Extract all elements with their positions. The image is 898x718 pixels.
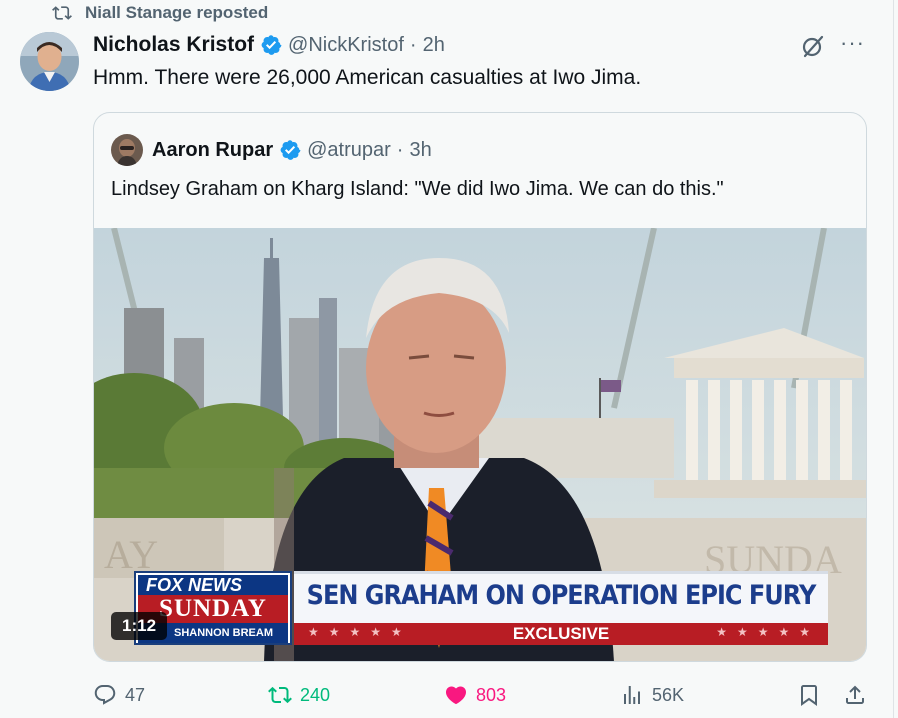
action-bar: 47 240 803 56K bbox=[0, 680, 898, 710]
tweet-header: Nicholas Kristof @NickKristof · 2h bbox=[93, 30, 445, 60]
tweet-text: Hmm. There were 26,000 American casualti… bbox=[93, 66, 642, 89]
share-icon bbox=[846, 685, 864, 704]
views-button[interactable]: 56K bbox=[620, 680, 684, 710]
quote-separator-dot: · bbox=[396, 138, 404, 161]
exclusive-strip: ★★★★★ EXCLUSIVE ★★★★★ bbox=[294, 623, 828, 645]
heart-icon bbox=[445, 686, 467, 705]
quote-header: Aaron Rupar @atrupar · 3h bbox=[111, 134, 432, 166]
reply-icon bbox=[94, 685, 116, 705]
like-button[interactable]: 803 bbox=[444, 680, 506, 710]
like-count: 803 bbox=[476, 684, 507, 705]
reply-count: 47 bbox=[125, 684, 146, 705]
reply-button[interactable]: 47 bbox=[93, 680, 145, 710]
quote-author-handle[interactable]: @atrupar bbox=[307, 139, 391, 162]
analytics-icon bbox=[624, 686, 640, 704]
share-button[interactable] bbox=[843, 680, 867, 710]
video-duration-badge: 1:12 bbox=[111, 612, 168, 640]
avatar-photo bbox=[20, 32, 79, 91]
timeline-border bbox=[893, 0, 894, 718]
quote-timestamp[interactable]: 3h bbox=[409, 139, 431, 162]
chyron: FOX NEWS SUNDAY SHANNON BREAM SEN GRAHAM… bbox=[134, 571, 866, 661]
views-count: 56K bbox=[652, 684, 685, 705]
quote-verified-badge-icon[interactable] bbox=[279, 139, 301, 161]
tweet-timestamp[interactable]: 2h bbox=[423, 34, 445, 57]
headline-banner: SEN GRAHAM ON OPERATION EPIC FURY bbox=[294, 571, 828, 623]
repost-context[interactable]: Niall Stanage reposted bbox=[52, 2, 268, 24]
retweet-icon bbox=[268, 686, 292, 704]
quote-avatar-photo bbox=[111, 134, 143, 166]
quote-author-name[interactable]: Aaron Rupar bbox=[152, 139, 273, 162]
verified-badge-icon[interactable] bbox=[260, 34, 282, 56]
video-player[interactable]: AY SUNDA FOX NEWS SUNDAY SHANNON BREAM S… bbox=[94, 228, 866, 661]
grok-icon[interactable] bbox=[800, 33, 826, 59]
author-handle[interactable]: @NickKristof bbox=[288, 34, 404, 57]
bookmark-button[interactable] bbox=[797, 680, 821, 710]
bookmark-icon bbox=[801, 685, 817, 706]
author-name[interactable]: Nicholas Kristof bbox=[93, 33, 254, 57]
repost-button[interactable]: 240 bbox=[268, 680, 330, 710]
separator-dot: · bbox=[409, 33, 417, 56]
repost-icon bbox=[52, 6, 72, 20]
stars-right: ★★★★★ bbox=[716, 625, 820, 639]
author-avatar[interactable] bbox=[20, 32, 79, 91]
repost-label: Niall Stanage reposted bbox=[85, 3, 269, 22]
repost-count: 240 bbox=[300, 684, 331, 705]
quote-text: Lindsey Graham on Kharg Island: "We did … bbox=[111, 178, 724, 200]
post[interactable]: Niall Stanage reposted Nicholas Kristof … bbox=[0, 0, 898, 718]
more-options-button[interactable]: ··· bbox=[840, 32, 866, 56]
logo-network-text: FOX NEWS bbox=[138, 575, 288, 595]
quoted-tweet[interactable]: Aaron Rupar @atrupar · 3h Lindsey Graham… bbox=[93, 112, 867, 662]
quote-author-avatar[interactable] bbox=[111, 134, 143, 166]
headline-text: SEN GRAHAM ON OPERATION EPIC FURY bbox=[306, 579, 817, 611]
